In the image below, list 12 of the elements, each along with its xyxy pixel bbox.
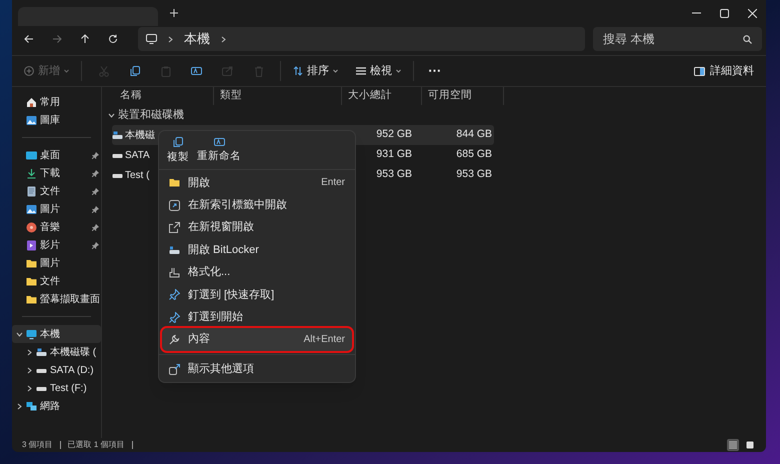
table-cell-text: 685 GB <box>455 147 492 162</box>
status-text: 已選取 1 個項目 <box>68 439 125 451</box>
table-cell-text: 953 GB <box>455 167 492 182</box>
table-cell-text: Test ( <box>125 168 150 182</box>
status-text: 3 個項目 <box>22 439 53 451</box>
table-cell-text: SATA <box>125 148 150 162</box>
table-cell-text: 844 GB <box>455 127 492 142</box>
shortcut-label: Enter <box>321 176 345 190</box>
table-cell-text: 931 GB <box>375 147 412 162</box>
table-cell-text: 952 GB <box>375 127 412 142</box>
table-cell-text: 本機磁 <box>125 128 155 142</box>
shortcut-label: Alt+Enter <box>304 333 345 348</box>
